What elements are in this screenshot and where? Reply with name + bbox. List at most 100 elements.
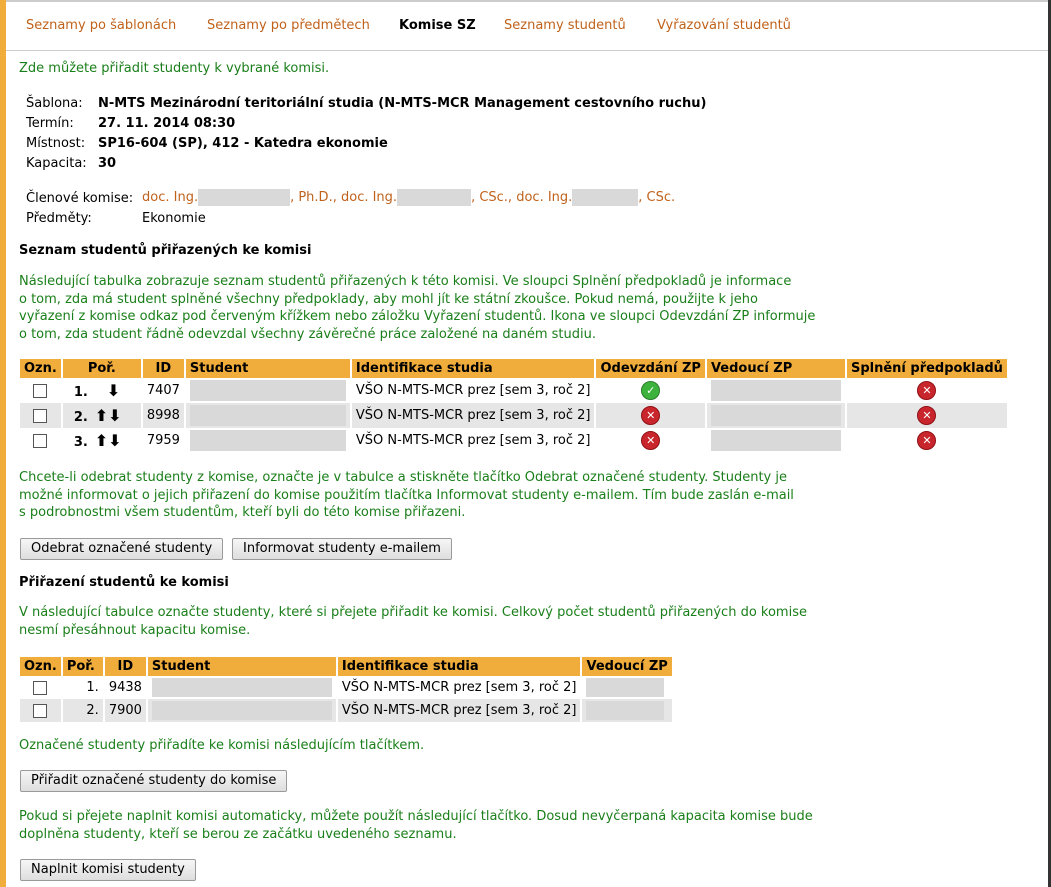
top-border: [6, 0, 1048, 2]
tab-seznamy-studentu[interactable]: Seznamy studentů: [504, 18, 626, 33]
fill-desc-line: Pokud si přejete naplnit komisi automati…: [19, 809, 813, 824]
assigned-students-table: Ozn. Poř. ID Student Identifikace studia…: [20, 359, 1009, 453]
assign-students-table: Ozn. Poř. ID Student Identifikace studia…: [20, 657, 674, 722]
member-3-redacted: [572, 189, 639, 206]
col-vedouci: Vedoucí ZP: [705, 359, 847, 378]
cross-icon[interactable]: ✕: [917, 431, 937, 450]
arrow-down-icon[interactable]: ⬇: [108, 406, 121, 425]
col-student: Student: [146, 657, 338, 676]
kapacita-label: Kapacita:: [26, 156, 87, 171]
row-study: VŠO N-MTS-MCR prez [sem 3, roč 2]: [336, 699, 583, 722]
tab-seznamy-po-predmetech[interactable]: Seznamy po předmětech: [207, 18, 370, 33]
col-student: Student: [184, 359, 352, 378]
assigned-desc-line: o tom, zda student řádně odevzdal všechn…: [19, 326, 596, 342]
fill-description: Pokud si přejete naplnit komisi automati…: [19, 808, 829, 843]
col-id: ID: [141, 359, 186, 378]
row-checkbox[interactable]: [33, 408, 48, 423]
row-checkbox[interactable]: [33, 383, 48, 398]
check-icon: ✓: [641, 381, 661, 400]
col-ozn: Ozn.: [20, 657, 63, 676]
cross-icon[interactable]: ✕: [917, 406, 937, 425]
cross-icon: ✕: [641, 406, 661, 425]
table-row: 1. 9438 VŠO N-MTS-MCR prez [sem 3, roč 2…: [20, 676, 674, 699]
col-splneni: Splnění předpokladů: [845, 359, 1009, 378]
assign-hint: Označené studenty přiřadíte ke komisi ná…: [19, 738, 425, 753]
table-header-row: Ozn. Poř. ID Student Identifikace studia…: [20, 359, 1009, 378]
table-header-row: Ozn. Poř. ID Student Identifikace studia…: [20, 657, 674, 676]
remove-desc-line: Chcete-li odebrat studenty z komise, ozn…: [19, 470, 787, 485]
left-accent-bar: [0, 0, 6, 887]
assign-description: V následující tabulce označte studenty, …: [19, 604, 829, 639]
student-name-redacted: [189, 430, 346, 451]
supervisor-redacted: [586, 701, 665, 720]
arrow-down-icon[interactable]: ⬇: [108, 431, 121, 450]
arrow-down-icon[interactable]: ⬇: [107, 381, 120, 400]
mistnost-label: Místnost:: [26, 136, 86, 151]
row-checkbox[interactable]: [33, 680, 48, 695]
cross-icon: ✕: [641, 431, 661, 450]
assigned-desc-line: o tom, zda má student splněné všechny př…: [19, 291, 758, 307]
cross-icon[interactable]: ✕: [917, 381, 937, 400]
row-id: 9438: [103, 676, 148, 699]
col-identifikace: Identifikace studia: [350, 359, 597, 378]
inform-students-button[interactable]: Informovat studenty e-mailem: [232, 538, 452, 560]
student-name-redacted: [189, 380, 346, 401]
row-id: 7407: [141, 378, 186, 403]
mistnost-value: SP16-604 (SP), 412 - Katedra ekonomie: [98, 136, 388, 151]
arrow-up-icon[interactable]: ⬆: [95, 406, 108, 425]
col-por: Poř.: [61, 657, 105, 676]
sablona-label: Šablona:: [26, 96, 83, 111]
clenove-label: Členové komise:: [26, 191, 134, 206]
row-order: 2.: [61, 699, 105, 722]
member-1-prefix: doc. Ing.: [142, 190, 199, 205]
supervisor-redacted: [710, 430, 841, 451]
row-study: VŠO N-MTS-MCR prez [sem 3, roč 2]: [350, 403, 597, 428]
row-study: VŠO N-MTS-MCR prez [sem 3, roč 2]: [336, 676, 583, 699]
col-ozn: Ozn.: [20, 359, 63, 378]
student-name-redacted: [189, 405, 346, 426]
committee-members: doc. Ing., Ph.D., doc. Ing., CSc., doc. …: [142, 189, 675, 206]
supervisor-redacted: [710, 405, 841, 426]
tab-vyrazovani-studentu[interactable]: Vyřazování studentů: [657, 18, 791, 33]
supervisor-redacted: [710, 380, 841, 401]
student-name-redacted: [151, 701, 332, 720]
col-identifikace: Identifikace studia: [336, 657, 583, 676]
member-2-link[interactable]: doc. Ing. , CSc.,: [340, 189, 512, 206]
row-id: 7959: [141, 428, 186, 453]
assign-students-button[interactable]: Přiřadit označené studenty do komise: [20, 770, 288, 792]
assigned-section-title: Seznam studentů přiřazených ke komisi: [19, 243, 312, 258]
assigned-description: Následující tabulka zobrazuje seznam stu…: [19, 273, 829, 343]
tab-seznamy-po-sablonach[interactable]: Seznamy po šablonách: [26, 18, 176, 33]
arrow-up-icon[interactable]: ⬆: [95, 431, 108, 450]
remove-desc-line: možné informovat o jejich přiřazení do k…: [19, 487, 794, 503]
member-3-link[interactable]: doc. Ing. , CSc.: [516, 189, 676, 206]
assigned-desc-line: vyřazení z komise odkaz pod červeným kří…: [19, 309, 816, 324]
predmety-label: Předměty:: [26, 211, 92, 226]
table-row: 2. ⬆⬇ 8998 VŠO N-MTS-MCR prez [sem 3, roč…: [20, 403, 1009, 428]
member-1-link[interactable]: doc. Ing. , Ph.D.,: [142, 189, 337, 206]
fill-committee-button[interactable]: Naplnit komisi studenty: [20, 859, 196, 881]
col-por: Poř.: [61, 359, 143, 378]
tab-komise-sz[interactable]: Komise SZ: [399, 18, 476, 33]
termin-value: 27. 11. 2014 08:30: [98, 116, 236, 131]
row-checkbox[interactable]: [33, 433, 48, 448]
table-row: 2. 7900 VŠO N-MTS-MCR prez [sem 3, roč 2…: [20, 699, 674, 722]
row-order: 3.: [73, 435, 88, 450]
predmety-value: Ekonomie: [142, 211, 206, 226]
remove-description: Chcete-li odebrat studenty z komise, ozn…: [19, 469, 829, 522]
row-order: 1.: [61, 676, 105, 699]
member-1-redacted: [198, 189, 291, 206]
member-1-suffix: , Ph.D.,: [290, 190, 337, 205]
member-3-prefix: doc. Ing.: [516, 190, 573, 205]
row-order: 2.: [73, 410, 88, 425]
remove-students-button[interactable]: Odebrat označené studenty: [20, 538, 224, 560]
row-checkbox[interactable]: [33, 703, 48, 718]
col-odevzdani: Odevzdání ZP: [595, 359, 707, 378]
supervisor-redacted: [586, 678, 665, 697]
member-3-suffix: , CSc.: [638, 190, 676, 205]
col-id: ID: [103, 657, 148, 676]
assign-desc-line: V následující tabulce označte studenty, …: [19, 605, 807, 620]
intro-text: Zde můžete přiřadit studenty k vybrané k…: [19, 61, 330, 76]
member-2-prefix: doc. Ing.: [340, 190, 398, 205]
student-name-redacted: [151, 678, 332, 697]
